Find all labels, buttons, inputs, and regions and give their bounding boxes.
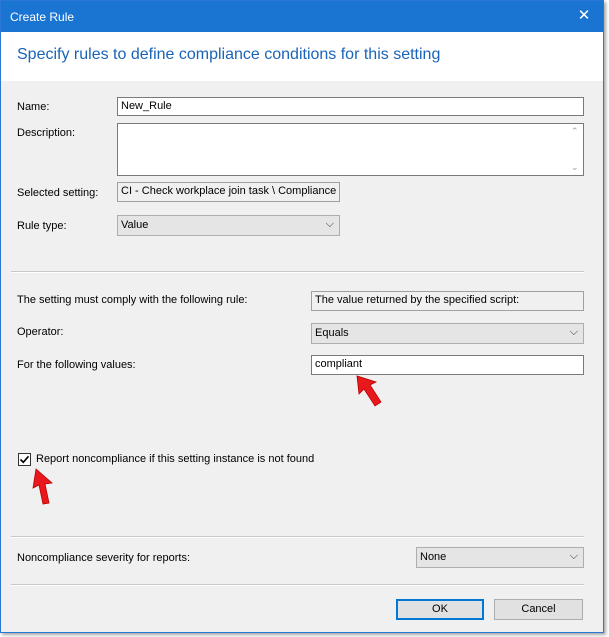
- close-icon[interactable]: ✕: [565, 1, 603, 32]
- name-label: Name:: [17, 101, 50, 113]
- divider: [11, 536, 584, 538]
- divider: [11, 584, 584, 586]
- page-title: Specify rules to define compliance condi…: [17, 46, 441, 63]
- chevron-down-icon: ⌵: [569, 326, 578, 338]
- scroll-down-icon[interactable]: ⌄: [571, 162, 579, 173]
- chevron-down-icon: ⌵: [569, 550, 578, 562]
- window-title: Create Rule: [10, 10, 75, 24]
- report-noncompliance-checkbox[interactable]: [18, 453, 31, 466]
- severity-select[interactable]: None ⌵: [416, 547, 584, 568]
- annotation-arrow-icon: [356, 375, 382, 407]
- operator-select[interactable]: Equals ⌵: [311, 323, 584, 344]
- values-label: For the following values:: [17, 359, 136, 371]
- values-field[interactable]: compliant: [311, 355, 584, 375]
- operator-label: Operator:: [17, 326, 64, 338]
- title-bar: Create Rule ✕: [1, 1, 603, 32]
- description-label: Description:: [17, 127, 76, 139]
- scroll-up-icon[interactable]: ⌃: [571, 126, 579, 137]
- header-panel: Specify rules to define compliance condi…: [1, 32, 603, 81]
- create-rule-dialog: Create Rule ✕ Specify rules to define co…: [0, 0, 604, 633]
- selected-setting-label: Selected setting:: [17, 187, 99, 199]
- severity-label: Noncompliance severity for reports:: [17, 552, 191, 564]
- description-field[interactable]: [117, 123, 584, 176]
- ok-button[interactable]: OK: [396, 599, 484, 620]
- comply-rule-value: The value returned by the specified scri…: [311, 291, 584, 311]
- name-field[interactable]: New_Rule: [117, 97, 584, 116]
- chevron-down-icon: ⌵: [325, 218, 334, 230]
- rule-type-select[interactable]: Value ⌵: [117, 215, 340, 236]
- comply-rule-label: The setting must comply with the followi…: [17, 294, 248, 306]
- cancel-button[interactable]: Cancel: [494, 599, 583, 620]
- description-scrollbar[interactable]: ⌃ ⌄: [567, 124, 583, 175]
- rule-type-value: Value: [121, 219, 149, 231]
- annotation-arrow-icon: [32, 468, 53, 505]
- operator-value: Equals: [315, 327, 349, 339]
- report-noncompliance-label[interactable]: Report noncompliance if this setting ins…: [36, 453, 314, 465]
- checkmark-icon: [19, 455, 30, 464]
- divider: [11, 271, 584, 273]
- selected-setting-value: CI - Check workplace join task \ Complia…: [117, 182, 340, 202]
- rule-type-label: Rule type:: [17, 220, 67, 232]
- severity-value: None: [420, 551, 447, 563]
